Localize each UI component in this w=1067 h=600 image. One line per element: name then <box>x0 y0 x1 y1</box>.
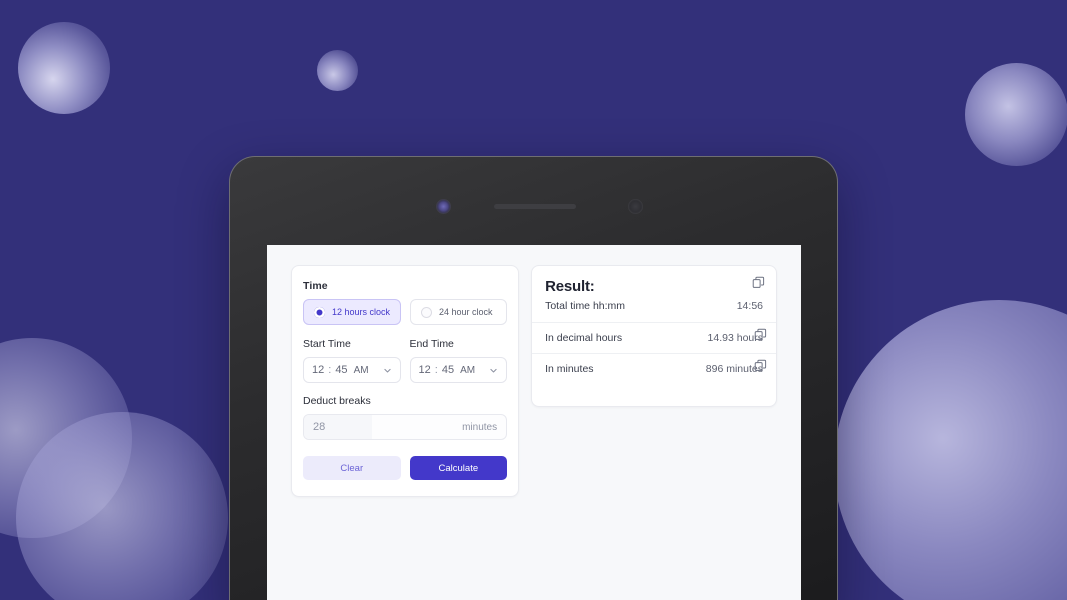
result-row-value: 14:56 <box>736 300 763 312</box>
decorative-sphere-bottom-left-b <box>16 412 228 600</box>
decorative-sphere-bottom-right <box>834 300 1067 600</box>
radio-unselected-icon <box>421 306 433 318</box>
radio-selected-icon <box>314 306 325 318</box>
result-header: Result: <box>532 266 776 295</box>
end-time-group: End Time 12 : 45 AM <box>409 338 508 383</box>
tablet-screen: Time 12 hours clock 24 hour clock Start … <box>267 245 801 600</box>
end-meridiem[interactable]: AM <box>460 365 475 376</box>
speaker-grille <box>494 204 576 209</box>
deduct-breaks-input[interactable] <box>304 415 372 439</box>
start-minutes[interactable]: 45 <box>335 364 347 376</box>
result-row-key: In minutes <box>545 363 594 375</box>
end-minutes[interactable]: 45 <box>442 364 454 376</box>
result-row-key: In decimal hours <box>545 332 623 344</box>
start-time-group: Start Time 12 : 45 AM <box>303 338 401 383</box>
time-label: Time <box>303 280 328 292</box>
result-row-minutes: In minutes 896 minutes <box>532 353 776 384</box>
chevron-down-icon[interactable] <box>489 366 498 375</box>
tablet-top-bezel <box>230 157 837 245</box>
radio-option-24-hour-clock[interactable]: 24 hour clock <box>410 299 508 325</box>
copy-icon[interactable] <box>754 359 767 372</box>
app-container: Time 12 hours clock 24 hour clock Start … <box>267 245 801 517</box>
decorative-sphere-bottom-left-a <box>0 338 132 538</box>
start-separator: : <box>328 364 332 376</box>
calculate-button[interactable]: Calculate <box>409 456 508 480</box>
form-actions: Clear Calculate <box>303 456 508 480</box>
tablet-device-frame: Time 12 hours clock 24 hour clock Start … <box>229 156 838 600</box>
radio-option-label: 24 hour clock <box>439 307 493 317</box>
start-time-input[interactable]: 12 : 45 AM <box>303 357 401 383</box>
clear-button[interactable]: Clear <box>303 456 401 480</box>
deduct-breaks-label: Deduct breaks <box>303 395 371 407</box>
result-row-total-time: Total time hh:mm 14:56 <box>532 295 776 322</box>
camera-icon <box>436 199 451 214</box>
result-title: Result: <box>545 278 595 295</box>
chevron-down-icon[interactable] <box>383 366 392 375</box>
radio-option-label: 12 hours clock <box>332 307 391 317</box>
clock-format-radio-group: 12 hours clock 24 hour clock <box>303 299 508 325</box>
decorative-sphere-top-right <box>965 63 1067 166</box>
deduct-breaks-field[interactable]: minutes <box>303 414 508 440</box>
radio-option-12-hours-clock[interactable]: 12 hours clock <box>303 299 402 325</box>
deduct-breaks-unit: minutes <box>462 421 498 433</box>
screenshot-stage: Time 12 hours clock 24 hour clock Start … <box>0 0 1067 600</box>
time-inputs-row: Start Time 12 : 45 AM End Time 12: 45 A… <box>303 338 508 383</box>
result-card: Result: Total time hh:mm 14:56 In decima… <box>531 265 777 407</box>
end-time-input[interactable]: 12 : 45 AM <box>409 357 508 383</box>
result-row-key: Total time hh:mm <box>545 300 626 312</box>
end-time-label: End Time <box>409 338 454 350</box>
decorative-sphere-top-left <box>18 22 110 114</box>
start-time-label: Start Time <box>303 338 351 350</box>
copy-icon[interactable] <box>752 276 765 289</box>
start-meridiem[interactable]: AM <box>354 365 369 376</box>
sensor-icon <box>628 199 643 214</box>
result-row-decimal-hours: In decimal hours 14.93 hours <box>532 322 776 353</box>
start-hours[interactable]: 12 <box>312 364 324 376</box>
copy-icon[interactable] <box>754 328 767 341</box>
end-hours[interactable]: 12 <box>419 364 431 376</box>
decorative-sphere-top-center <box>317 50 358 91</box>
time-form-card: Time 12 hours clock 24 hour clock Start … <box>291 265 520 497</box>
end-separator: : <box>434 364 438 376</box>
